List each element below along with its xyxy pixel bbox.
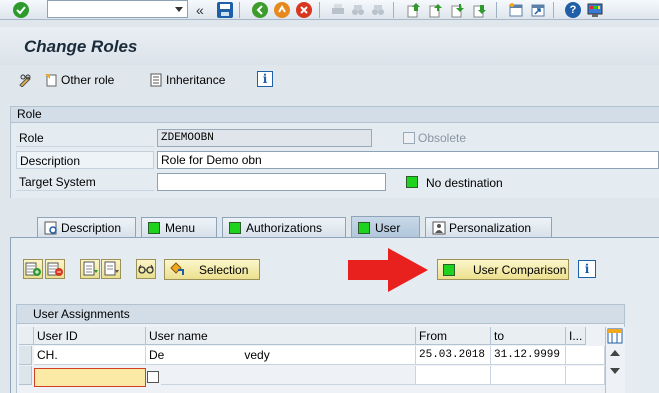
insert-row-icon <box>25 262 41 276</box>
command-field[interactable] <box>47 0 188 18</box>
select-all-icon <box>83 261 98 276</box>
tab-user-label: User <box>375 220 401 235</box>
select-all-button[interactable] <box>80 259 100 279</box>
cell-user-name[interactable] <box>161 366 416 385</box>
inheritance-button[interactable]: Inheritance <box>149 72 225 88</box>
save-icon[interactable] <box>217 2 233 18</box>
status-green-icon <box>443 263 455 276</box>
previous-page-icon[interactable] <box>428 2 444 18</box>
cell-i[interactable] <box>566 366 605 385</box>
tab-description[interactable]: Description <box>37 217 136 238</box>
role-group-header: Role <box>10 106 659 123</box>
other-role-button[interactable]: Other role <box>44 72 114 88</box>
find-icon[interactable] <box>350 2 366 18</box>
row-selector[interactable] <box>19 366 32 385</box>
scroll-down-arrow-icon[interactable] <box>610 368 620 374</box>
red-arrow-annotation <box>348 248 428 292</box>
tab-authorizations[interactable]: Authorizations <box>222 217 346 238</box>
status-green-icon <box>358 221 370 234</box>
user-comparison-button[interactable]: User Comparison <box>437 259 569 280</box>
back-double-chevron-icon[interactable]: « <box>196 2 212 18</box>
selection-label: Selection <box>199 262 249 277</box>
deselect-all-icon <box>104 261 119 276</box>
deselect-all-button[interactable] <box>101 259 121 279</box>
chevron-down-icon[interactable] <box>175 7 183 12</box>
target-system-field[interactable] <box>157 173 386 191</box>
tab-menu[interactable]: Menu <box>141 217 217 238</box>
info-icon[interactable]: i <box>578 260 596 278</box>
back-icon[interactable] <box>252 2 268 18</box>
layout-icon[interactable] <box>587 2 603 18</box>
delete-row-button[interactable] <box>45 259 65 279</box>
column-header-i[interactable]: I... <box>566 327 586 345</box>
column-header-to[interactable]: to <box>491 327 566 345</box>
tab-authorizations-label: Authorizations <box>246 221 323 235</box>
cell-from[interactable] <box>416 366 491 385</box>
print-icon[interactable] <box>330 2 346 18</box>
tab-personalization-label: Personalization <box>449 221 532 235</box>
column-config-icon[interactable] <box>607 328 623 344</box>
delete-row-icon <box>47 262 63 276</box>
selection-button[interactable]: Selection <box>164 259 260 280</box>
cell-user-id-input[interactable] <box>34 368 146 387</box>
tab-user[interactable]: User <box>351 216 420 238</box>
cell-from[interactable]: 25.03.2018 <box>416 346 491 365</box>
user-assignments-header: User Assignments <box>16 304 625 324</box>
status-green-icon <box>148 222 160 234</box>
tab-menu-label: Menu <box>165 221 196 235</box>
status-green-icon <box>229 222 241 234</box>
cell-to[interactable]: 31.12.9999 <box>491 346 566 365</box>
target-system-label: Target System <box>16 173 154 191</box>
cancel-icon[interactable] <box>296 2 312 18</box>
help-icon[interactable]: ? <box>565 2 581 18</box>
personalization-tab-icon <box>432 221 446 235</box>
user-comparison-label: User Comparison <box>473 262 567 277</box>
create-session-icon[interactable] <box>508 2 524 18</box>
column-header-user-id[interactable]: User ID <box>34 327 146 345</box>
cell-user-id[interactable]: CH. <box>34 346 146 365</box>
selection-icon <box>169 260 185 279</box>
inheritance-label: Inheritance <box>166 73 226 87</box>
change-display-button[interactable] <box>18 72 35 88</box>
cell-to[interactable] <box>491 366 566 385</box>
status-green-icon <box>406 176 418 188</box>
description-tab-icon <box>44 221 58 235</box>
column-header-user-name[interactable]: User name <box>146 327 416 345</box>
details-button[interactable] <box>136 259 156 279</box>
column-header-from[interactable]: From <box>416 327 491 345</box>
role-field: ZDEMOOBN <box>157 129 372 147</box>
other-role-icon <box>44 73 58 87</box>
inheritance-icon <box>149 73 163 87</box>
scroll-up-arrow-icon[interactable] <box>610 350 620 356</box>
first-page-icon[interactable] <box>406 2 422 18</box>
value-help-icon[interactable] <box>147 371 159 383</box>
standard-toolbar: « ? <box>0 0 659 20</box>
info-icon[interactable]: i <box>257 71 273 87</box>
exit-icon[interactable] <box>274 2 290 18</box>
page-title: Change Roles <box>24 37 138 56</box>
description-label: Description <box>16 151 154 169</box>
cell-user-name[interactable]: De vedy <box>146 346 416 365</box>
description-field[interactable]: Role for Demo obn <box>157 151 659 169</box>
role-label: Role <box>16 129 154 147</box>
obsolete-label: Obsolete <box>418 131 467 145</box>
tab-personalization[interactable]: Personalization <box>425 217 552 238</box>
cell-i[interactable] <box>566 346 605 365</box>
enter-icon[interactable] <box>13 2 29 18</box>
row-selector[interactable] <box>19 346 32 365</box>
target-status-text: No destination <box>426 176 503 190</box>
find-next-icon[interactable] <box>370 2 386 18</box>
glasses-icon <box>138 264 154 274</box>
shortcut-icon[interactable] <box>530 2 546 18</box>
insert-row-button[interactable] <box>23 259 43 279</box>
tab-description-label: Description <box>61 221 122 235</box>
pencil-glasses-icon <box>18 73 32 88</box>
column-header-corner[interactable] <box>19 327 34 345</box>
next-page-icon[interactable] <box>450 2 466 18</box>
obsolete-checkbox[interactable] <box>403 132 415 144</box>
last-page-icon[interactable] <box>472 2 488 18</box>
other-role-label: Other role <box>61 73 115 87</box>
